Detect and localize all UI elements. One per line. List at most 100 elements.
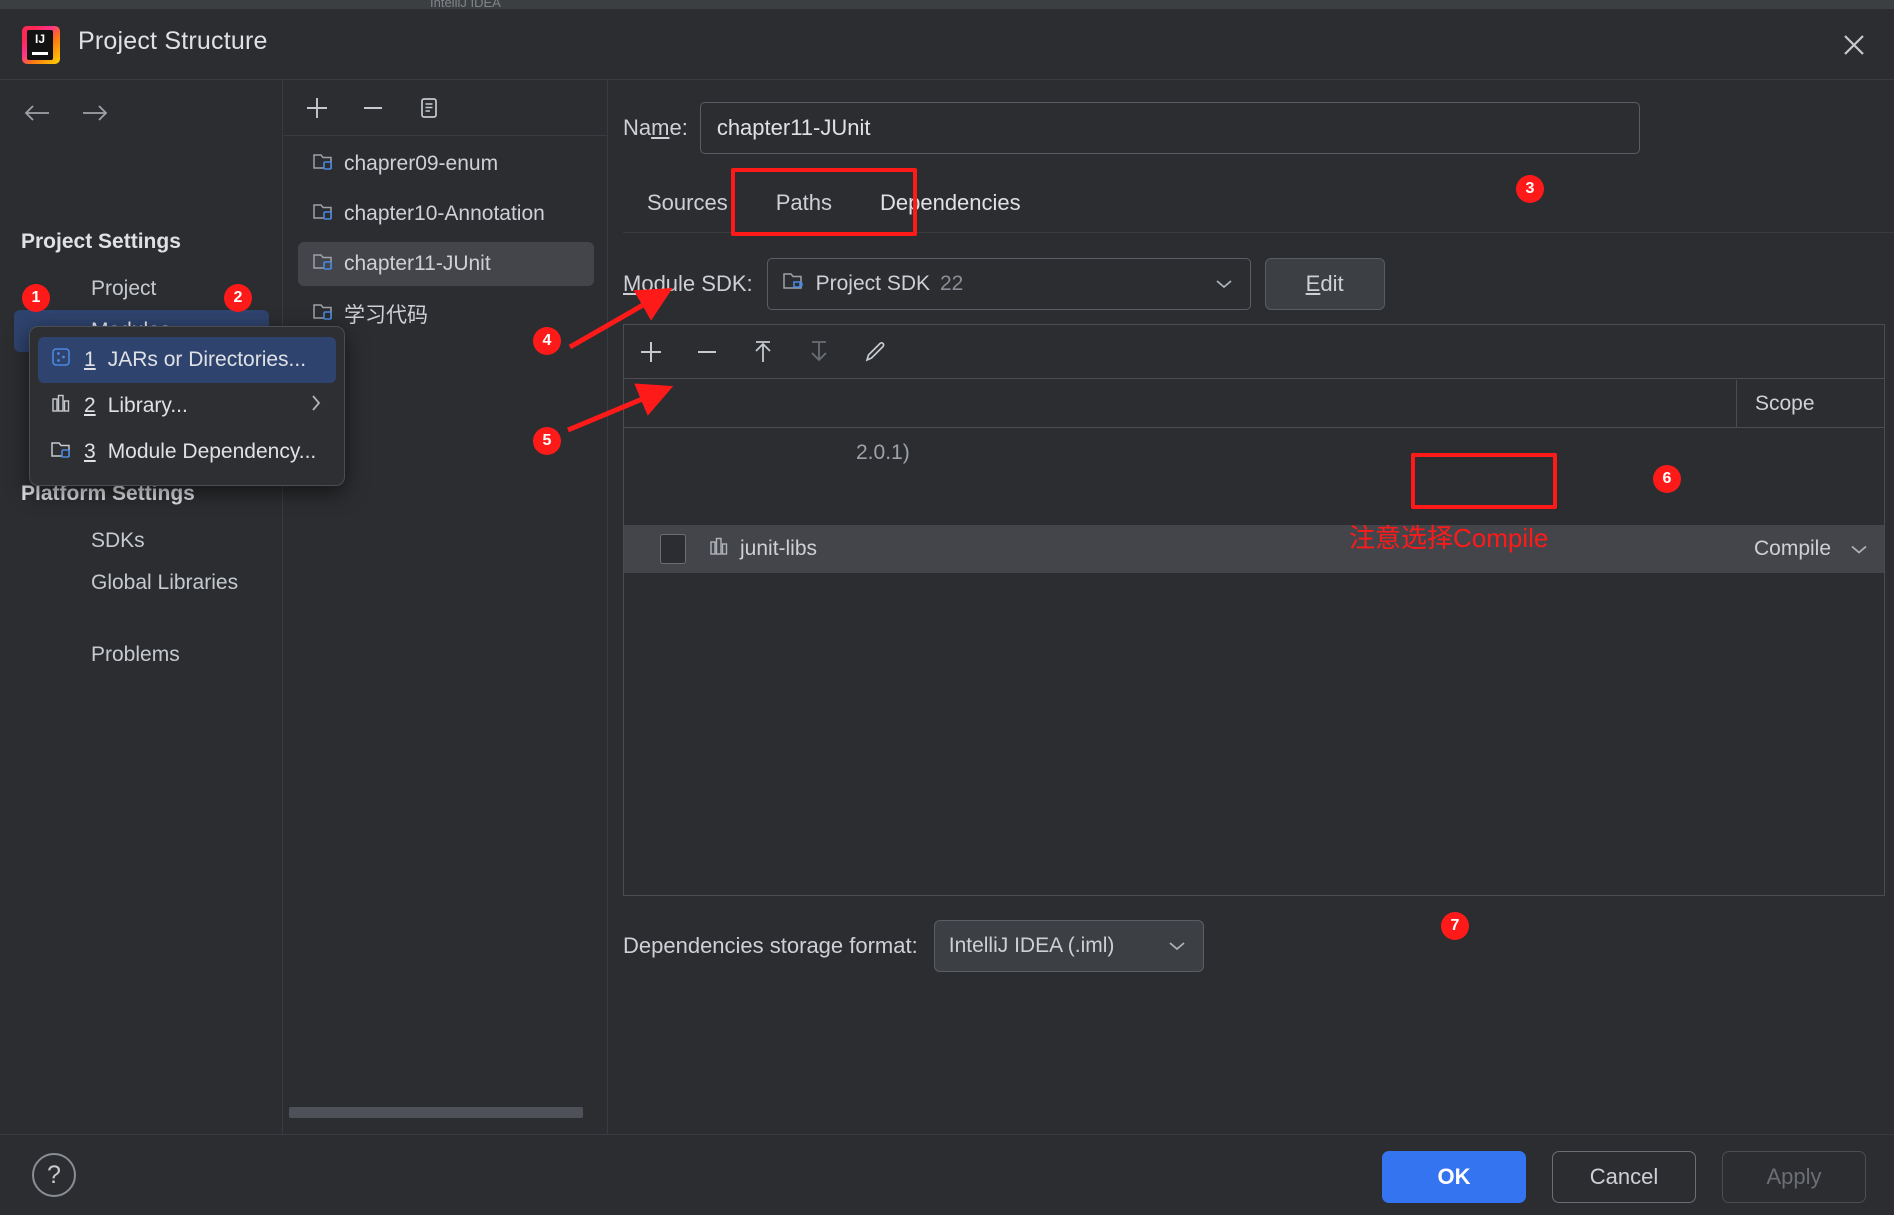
remove-dependency-button[interactable] (692, 337, 722, 367)
modules-list: chaprer09-enum chapter10-Annotation chap… (284, 142, 608, 342)
module-icon (50, 438, 72, 466)
background-window-strip: IntelliJ IDEA (0, 0, 1894, 10)
column-scope-header: Scope (1736, 380, 1884, 427)
dependency-obscured-text: 2.0.1) (856, 441, 910, 464)
jar-icon (50, 346, 72, 374)
chevron-right-icon (310, 393, 322, 419)
module-name-input[interactable] (699, 102, 1640, 154)
badge-7: 7 (1441, 912, 1469, 940)
badge-1: 1 (22, 284, 50, 312)
library-icon (708, 535, 730, 563)
popup-item-jars-or-directories[interactable]: 1 JARs or Directories... (38, 337, 336, 383)
dependency-export-checkbox[interactable] (660, 534, 686, 564)
tabs-divider (623, 232, 1894, 233)
sidebar-group-project-settings: Project Settings (21, 230, 181, 253)
sidebar-item-sdks[interactable]: SDKs (14, 520, 269, 562)
title-bar: Project Structure (0, 9, 1894, 79)
popup-mnemonic: 2 (84, 394, 96, 417)
module-sdk-value: Project SDK (815, 272, 930, 295)
module-editor-panel: Name: Sources Paths Dependencies Module … (609, 80, 1894, 1135)
dependencies-table-header: Scope (624, 380, 1884, 428)
module-tabs: Sources Paths Dependencies (623, 180, 1045, 232)
popup-item-library[interactable]: 2 Library... (38, 383, 336, 429)
chevron-down-icon (1850, 537, 1868, 561)
module-label: chapter10-Annotation (344, 202, 545, 225)
table-row[interactable]: junit-libs Compile (624, 525, 1884, 573)
page-title: Project Structure (78, 27, 268, 55)
move-down-button[interactable] (804, 337, 834, 367)
sidebar-item-problems[interactable]: Problems (14, 634, 269, 676)
close-icon[interactable] (1834, 25, 1874, 65)
copy-module-button[interactable] (414, 93, 444, 123)
module-icon (312, 300, 334, 328)
scope-compile-dropdown[interactable]: Compile (1736, 525, 1884, 573)
module-icon (312, 250, 334, 278)
module-icon (312, 150, 334, 178)
popup-label: Module Dependency... (107, 440, 317, 463)
module-chapter10-annotation[interactable]: chapter10-Annotation (298, 192, 594, 236)
module-label: chaprer09-enum (344, 152, 499, 175)
chevron-down-icon (1167, 934, 1187, 958)
popup-label: JARs or Directories... (107, 348, 307, 371)
module-label: chapter11-JUnit (344, 252, 491, 275)
module-label: 学习代码 (344, 304, 428, 327)
module-chaprer09-enum[interactable]: chaprer09-enum (298, 142, 594, 186)
remove-module-button[interactable] (358, 93, 388, 123)
chevron-down-icon (1214, 272, 1234, 296)
module-sdk-version: 22 (940, 272, 964, 295)
storage-format-label: Dependencies storage format: (623, 933, 918, 958)
intellij-idea-logo-icon (22, 26, 60, 64)
add-dependency-popup-menu: 1 JARs or Directories... 2 Library... 3 … (29, 326, 345, 486)
module-name-row: Name: (623, 102, 1640, 154)
sdk-icon (782, 269, 806, 299)
module-icon (312, 200, 334, 228)
ok-button[interactable]: OK (1382, 1151, 1526, 1203)
name-label: Name: (623, 115, 688, 140)
badge-6: 6 (1653, 465, 1681, 493)
add-dependency-button[interactable] (636, 337, 666, 367)
storage-format-row: Dependencies storage format: IntelliJ ID… (623, 920, 1204, 972)
edit-sdk-button[interactable]: Edit (1264, 258, 1385, 310)
tab-dependencies[interactable]: Dependencies (856, 180, 1045, 232)
dependencies-rows: 2.0.1) junit-libs Compile (624, 429, 1884, 573)
badge-5: 5 (533, 427, 561, 455)
tab-sources[interactable]: Sources (623, 180, 752, 232)
edit-dependency-button[interactable] (860, 337, 890, 367)
modules-horizontal-scrollbar[interactable] (289, 1107, 583, 1118)
popup-mnemonic: 3 (84, 440, 96, 463)
module-sdk-row: Module SDK: Project SDK 22 Edit (623, 258, 1385, 310)
apply-button[interactable]: Apply (1722, 1151, 1866, 1203)
popup-item-module-dependency[interactable]: 3 Module Dependency... (38, 429, 336, 475)
annotation-note-cn: 注意选择Compile (1349, 523, 1549, 553)
modules-toolbar (284, 80, 608, 136)
dependencies-table: Scope 2.0.1) junit-libs Compile (623, 324, 1885, 896)
dependencies-toolbar (624, 325, 1884, 379)
module-sdk-combobox[interactable]: Project SDK 22 (766, 258, 1251, 310)
storage-format-value: IntelliJ IDEA (.iml) (948, 934, 1115, 957)
dialog-body: Project Settings Project Modules Librari… (0, 79, 1894, 1135)
badge-3: 3 (1516, 175, 1544, 203)
project-structure-dialog: IntelliJ IDEA Project Structure Project … (0, 0, 1894, 1215)
help-icon[interactable]: ? (32, 1153, 76, 1197)
table-row[interactable]: 2.0.1) (624, 429, 1884, 477)
add-module-button[interactable] (302, 93, 332, 123)
move-up-button[interactable] (748, 337, 778, 367)
modules-panel: chaprer09-enum chapter10-Annotation chap… (284, 80, 608, 1135)
cancel-button[interactable]: Cancel (1552, 1151, 1696, 1203)
module-chapter11-junit[interactable]: chapter11-JUnit (298, 242, 594, 286)
arrow-left-icon[interactable] (22, 98, 52, 128)
tab-paths[interactable]: Paths (752, 180, 856, 232)
popup-mnemonic: 1 (84, 348, 96, 371)
badge-4: 4 (533, 327, 561, 355)
sidebar-item-global-libraries[interactable]: Global Libraries (14, 562, 269, 604)
badge-2: 2 (224, 284, 252, 312)
dependency-name: junit-libs (740, 537, 818, 560)
nav-history-controls (22, 98, 110, 128)
storage-format-combobox[interactable]: IntelliJ IDEA (.iml) (933, 920, 1204, 972)
settings-sidebar: Project Settings Project Modules Librari… (0, 80, 283, 1135)
scope-value: Compile (1754, 537, 1832, 560)
module-sdk-label: Module SDK: (623, 271, 753, 296)
table-row-empty (624, 477, 1884, 525)
arrow-right-icon[interactable] (80, 98, 110, 128)
popup-label: Library... (107, 394, 188, 417)
